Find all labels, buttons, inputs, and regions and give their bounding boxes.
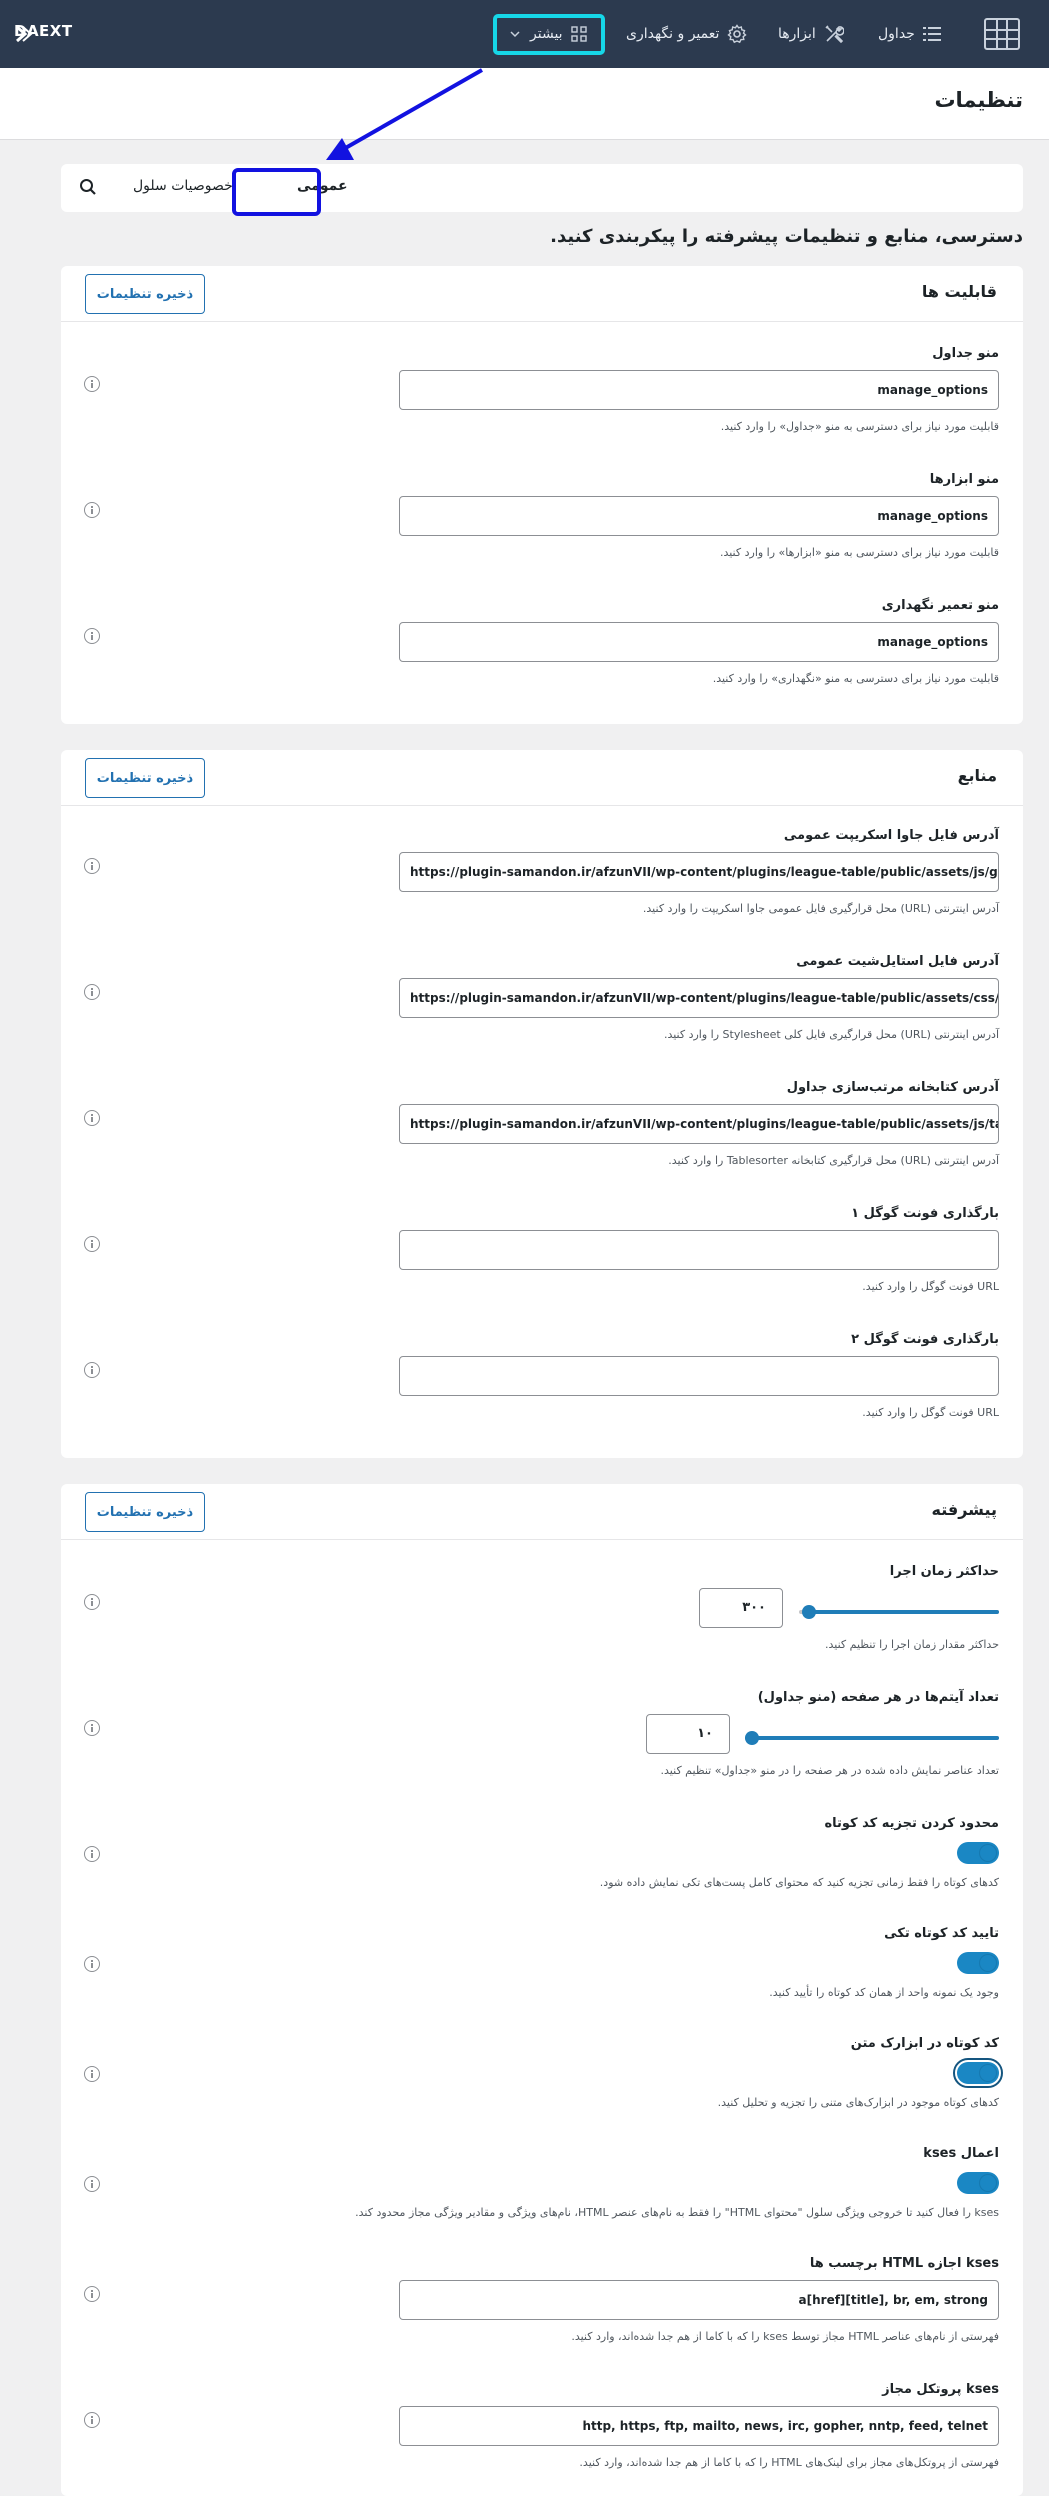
slider-fill xyxy=(809,1610,999,1614)
field-description: آدرس اینترنتی (URL) محل قرارگیری کتابخان… xyxy=(668,1154,999,1167)
general-css-url-input[interactable]: https://plugin-samandon.ir/afzunVII/wp-c… xyxy=(399,978,999,1018)
shortcode-in-text-widget-toggle[interactable] xyxy=(953,2058,1003,2088)
kses-allowed-tags-input[interactable]: a[href][title], br, em, strong xyxy=(399,2280,999,2320)
kses-allowed-protocols-input[interactable]: http, https, ftp, mailto, news, irc, gop… xyxy=(399,2406,999,2446)
field-label: منو تعمیر نگهداری xyxy=(881,598,999,613)
field-label: اعمال kses xyxy=(923,2146,999,2161)
max-execution-slider[interactable] xyxy=(799,1605,999,1619)
info-icon[interactable] xyxy=(84,1956,100,1972)
info-icon[interactable] xyxy=(84,376,100,392)
slider-fill xyxy=(745,1736,999,1740)
page-description: دسترسی، منابع و تنظیمات پیشرفته را پیکرب… xyxy=(550,226,1023,247)
max-execution-number[interactable]: ۳۰۰ xyxy=(699,1588,783,1628)
save-settings-button[interactable]: ذخیره تنظیمات xyxy=(85,1492,205,1532)
advanced-card: پیشرفته ذخیره تنظیمات حداکثر زمان اجرا ۳… xyxy=(61,1484,1023,2496)
info-icon[interactable] xyxy=(84,2286,100,2302)
info-icon[interactable] xyxy=(84,2412,100,2428)
apply-kses-toggle[interactable] xyxy=(957,2172,999,2194)
field-description: فهرستی از نام‌های عناصر HTML مجاز توسط k… xyxy=(571,2330,999,2343)
general-js-url-input[interactable]: https://plugin-samandon.ir/afzunVII/wp-c… xyxy=(399,852,999,892)
info-icon[interactable] xyxy=(84,628,100,644)
field-label: kses اجازه HTML برچسب ها xyxy=(809,2256,999,2271)
save-settings-button[interactable]: ذخیره تنظیمات xyxy=(85,758,205,798)
field-description: کدهای کوتاه موجود در ابزارک‌های متنی را … xyxy=(717,2096,999,2109)
field-label: منو ابزارها xyxy=(929,472,999,487)
info-icon[interactable] xyxy=(84,1594,100,1610)
field-label: حداکثر زمان اجرا xyxy=(889,1564,999,1579)
info-icon[interactable] xyxy=(84,1362,100,1378)
field-label: آدرس فایل استایل‌شیت عمومی xyxy=(796,954,999,969)
tools-menu-input[interactable]: manage_options xyxy=(399,496,999,536)
limit-shortcode-parsing-toggle[interactable] xyxy=(957,1842,999,1864)
verify-single-shortcode-toggle[interactable] xyxy=(957,1952,999,1974)
field-description: تعداد عناصر نمایش داده شده در هر صفحه را… xyxy=(660,1764,999,1777)
field-label: بارگذاری فونت گوگل ۱ xyxy=(851,1206,999,1221)
field-description: وجود یک نمونه واحد از همان کد کوتاه را ت… xyxy=(769,1986,999,1999)
field-label: تعداد آیتم‌ها در هر صفحه (منو جداول) xyxy=(757,1690,999,1705)
field-label: منو جداول xyxy=(932,346,999,361)
field-label: آدرس فایل جاوا اسکریپت عمومی xyxy=(783,828,999,843)
field-description: kses را فعال کنید تا خروجی ویژگی سلول "م… xyxy=(355,2206,999,2219)
info-icon[interactable] xyxy=(84,2066,100,2082)
maintenance-menu-input[interactable]: manage_options xyxy=(399,622,999,662)
field-description: قابلیت مورد نیاز برای دسترسی به منو «نگه… xyxy=(712,672,999,685)
slider-thumb[interactable] xyxy=(745,1731,759,1745)
info-icon[interactable] xyxy=(84,1720,100,1736)
resources-title: منابع xyxy=(957,766,997,785)
items-per-page-number[interactable]: ۱۰ xyxy=(646,1714,730,1754)
field-description: آدرس اینترنتی (URL) محل قرارگیری فایل عم… xyxy=(642,902,999,915)
annotation-arrow xyxy=(326,68,483,160)
field-description: حداکثر مقدار زمان اجرا را تنظیم کنید. xyxy=(824,1638,999,1651)
field-label: kses پروتکل مجاز xyxy=(882,2382,999,2397)
field-label: کد کوتاه در ابزارک متن xyxy=(850,2036,999,2051)
field-description: URL فونت گوگل را وارد کنید. xyxy=(862,1280,999,1293)
field-label: تایید کد کوتاه تکی xyxy=(884,1926,999,1941)
advanced-card-header: پیشرفته ذخیره تنظیمات xyxy=(61,1484,1023,1540)
tablesorter-url-input[interactable]: https://plugin-samandon.ir/afzunVII/wp-c… xyxy=(399,1104,999,1144)
field-description: آدرس اینترنتی (URL) محل قرارگیری فایل کل… xyxy=(663,1028,999,1041)
info-icon[interactable] xyxy=(84,2176,100,2192)
field-description: URL فونت گوگل را وارد کنید. xyxy=(862,1406,999,1419)
field-description: قابلیت مورد نیاز برای دسترسی به منو «جدا… xyxy=(720,420,999,433)
tables-menu-input[interactable]: manage_options xyxy=(399,370,999,410)
toggle-knob xyxy=(980,1955,996,1971)
save-settings-button[interactable]: ذخیره تنظیمات xyxy=(85,274,205,314)
field-description: قابلیت مورد نیاز برای دسترسی به منو «ابز… xyxy=(719,546,999,559)
info-icon[interactable] xyxy=(84,984,100,1000)
info-icon[interactable] xyxy=(84,858,100,874)
advanced-title: پیشرفته xyxy=(931,1500,997,1519)
capabilities-title: قابلیت ها xyxy=(921,282,997,301)
google-font-1-input[interactable] xyxy=(399,1230,999,1270)
toggle-knob xyxy=(980,2175,996,2191)
info-icon[interactable] xyxy=(84,502,100,518)
google-font-2-input[interactable] xyxy=(399,1356,999,1396)
field-description: کدهای کوتاه را فقط زمانی تجزیه کنید که م… xyxy=(599,1876,999,1889)
capabilities-card: قابلیت ها ذخیره تنظیمات منو جداول manage… xyxy=(61,266,1023,724)
field-label: محدود کردن تجزیه کد کوتاه xyxy=(824,1816,999,1831)
resources-card-header: منابع ذخیره تنظیمات xyxy=(61,750,1023,806)
toggle-knob xyxy=(980,2065,996,2081)
slider-thumb[interactable] xyxy=(802,1605,816,1619)
capabilities-card-header: قابلیت ها ذخیره تنظیمات xyxy=(61,266,1023,322)
items-per-page-slider[interactable] xyxy=(745,1731,999,1745)
toggle-knob xyxy=(980,1845,996,1861)
field-label: بارگذاری فونت گوگل ۲ xyxy=(851,1332,999,1347)
info-icon[interactable] xyxy=(84,1846,100,1862)
info-icon[interactable] xyxy=(84,1236,100,1252)
field-label: آدرس کتابخانه مرتب‌سازی جداول xyxy=(786,1080,999,1095)
field-description: فهرستی از پروتکل‌های مجاز برای لینک‌های … xyxy=(579,2456,999,2469)
resources-card: منابع ذخیره تنظیمات آدرس فایل جاوا اسکری… xyxy=(61,750,1023,1458)
info-icon[interactable] xyxy=(84,1110,100,1126)
